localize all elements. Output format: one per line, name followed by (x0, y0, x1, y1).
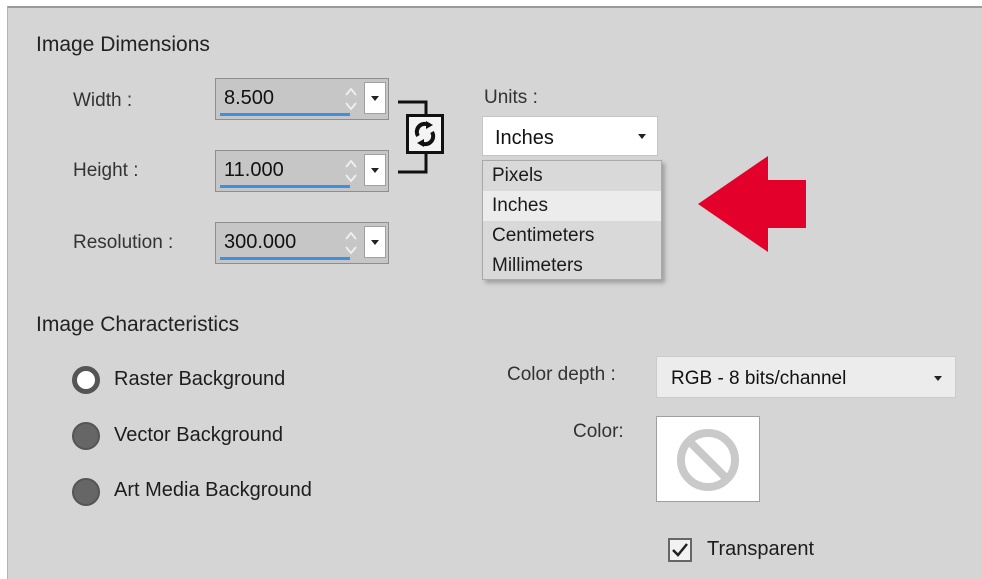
color-depth-select[interactable]: RGB - 8 bits/channel (656, 356, 956, 398)
units-option-inches[interactable]: Inches (483, 191, 661, 221)
spin-arrows-icon[interactable] (342, 227, 360, 259)
resolution-spinbox[interactable]: 300.000 (215, 222, 389, 264)
height-spinbox[interactable]: 11.000 (215, 150, 389, 192)
image-dimensions-title: Image Dimensions (36, 33, 210, 56)
resolution-label: Resolution : (73, 232, 174, 253)
width-dropdown-button[interactable] (364, 82, 386, 114)
color-swatch[interactable] (656, 416, 760, 502)
checkmark-icon (672, 543, 688, 557)
units-option-pixels[interactable]: Pixels (483, 161, 661, 191)
color-depth-label: Color depth : (507, 364, 616, 385)
caret-down-icon (371, 240, 379, 245)
transparent-checkbox[interactable] (668, 538, 692, 562)
no-color-icon (677, 429, 739, 491)
chevron-down-icon (638, 134, 646, 139)
raster-background-radio[interactable] (72, 366, 100, 394)
transparent-label[interactable]: Transparent (707, 538, 814, 561)
art-media-background-label[interactable]: Art Media Background (114, 479, 312, 502)
caret-down-icon (371, 96, 379, 101)
vector-background-label[interactable]: Vector Background (114, 424, 283, 447)
units-label: Units : (484, 87, 538, 108)
spin-arrows-icon[interactable] (342, 83, 360, 115)
chevron-down-icon (934, 376, 942, 381)
color-label: Color: (573, 421, 624, 442)
color-depth-value: RGB - 8 bits/channel (671, 368, 847, 389)
width-value: 8.500 (224, 87, 275, 109)
annotation-arrow-icon (698, 156, 806, 252)
width-underline (220, 113, 350, 116)
height-label: Height : (73, 160, 139, 181)
image-characteristics-title: Image Characteristics (36, 313, 240, 336)
height-dropdown-button[interactable] (364, 154, 386, 186)
height-underline (220, 185, 350, 188)
units-option-centimeters[interactable]: Centimeters (483, 221, 661, 251)
units-dropdown-list: Pixels Inches Centimeters Millimeters (482, 160, 662, 280)
vector-background-radio[interactable] (72, 422, 100, 450)
link-aspect-icon[interactable] (406, 114, 444, 154)
resolution-underline (220, 257, 350, 260)
units-selected-value: Inches (495, 127, 554, 149)
caret-down-icon (371, 168, 379, 173)
units-option-millimeters[interactable]: Millimeters (483, 251, 661, 281)
spin-arrows-icon[interactable] (342, 155, 360, 187)
width-label: Width : (73, 90, 133, 111)
width-spinbox[interactable]: 8.500 (215, 78, 389, 120)
height-value: 11.000 (224, 159, 284, 181)
art-media-background-radio[interactable] (72, 478, 100, 506)
resolution-dropdown-button[interactable] (364, 226, 386, 258)
raster-background-label[interactable]: Raster Background (114, 368, 285, 391)
units-select[interactable]: Inches (482, 116, 658, 156)
resolution-value: 300.000 (224, 231, 297, 253)
